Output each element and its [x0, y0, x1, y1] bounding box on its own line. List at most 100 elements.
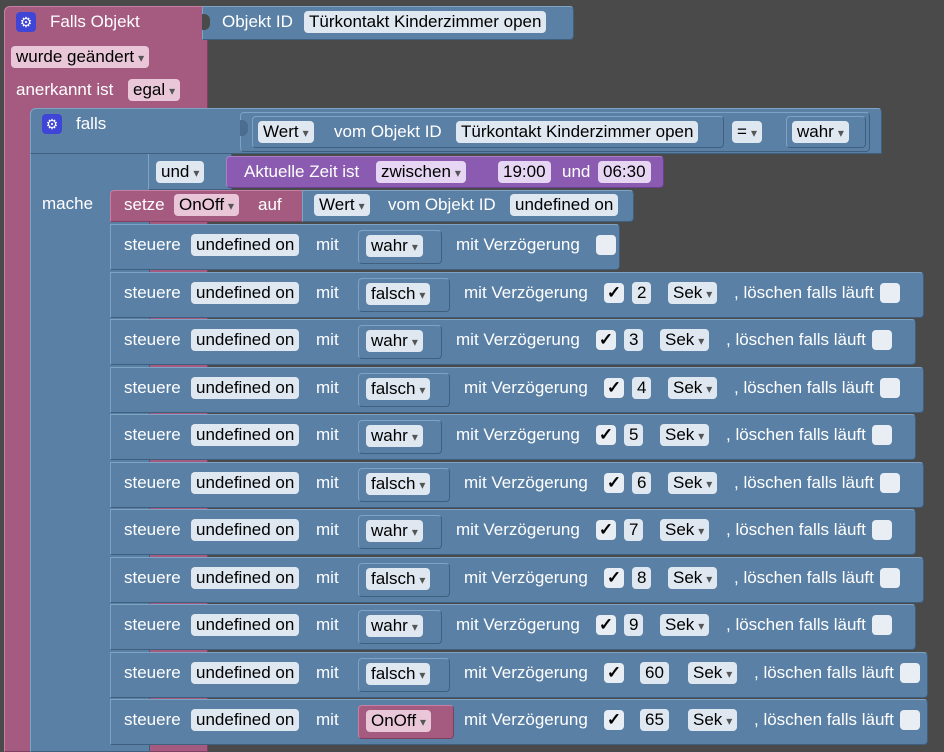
control-target[interactable]: undefined on — [191, 471, 300, 494]
delay-checkbox[interactable]: ✓ — [604, 472, 624, 493]
unit-dropdown[interactable]: Sek — [668, 281, 718, 304]
control-target[interactable]: undefined on — [191, 661, 300, 684]
delay-field[interactable]: 5 — [624, 424, 644, 446]
control-label: steuere — [124, 377, 181, 397]
value-dropdown[interactable]: wahr — [366, 235, 423, 257]
value-dropdown[interactable]: wahr — [366, 330, 423, 352]
control-target[interactable]: undefined on — [191, 376, 300, 399]
control-target[interactable]: undefined on — [191, 614, 300, 636]
delay-field[interactable]: 2 — [632, 281, 652, 304]
unit-dropdown[interactable]: Sek — [660, 614, 710, 636]
unit-dropdown[interactable]: Sek — [660, 519, 710, 541]
value-dropdown[interactable]: wahr — [366, 615, 423, 637]
control-target[interactable]: undefined on — [191, 234, 300, 256]
with-label: mit — [316, 235, 339, 254]
control-target[interactable]: undefined on — [191, 424, 300, 446]
time-from-field[interactable]: 19:00 — [498, 161, 551, 183]
delay-field[interactable]: 6 — [632, 471, 652, 494]
object-id-field[interactable]: Türkontakt Kinderzimmer open — [304, 11, 547, 33]
operator-dropdown[interactable]: = — [732, 121, 762, 143]
value-dropdown[interactable]: OnOff — [366, 710, 432, 732]
clear-checkbox[interactable] — [900, 662, 920, 683]
ack-dropdown[interactable]: egal — [128, 79, 181, 101]
logic-dropdown[interactable]: und — [156, 161, 205, 183]
with-label: mit — [316, 282, 339, 302]
value-dropdown[interactable]: Wert — [258, 121, 314, 143]
unit-dropdown[interactable]: Sek — [668, 471, 718, 494]
clear-label: , löschen falls läuft — [754, 710, 894, 729]
delay-field[interactable]: 65 — [640, 709, 669, 731]
delay-field[interactable]: 9 — [624, 614, 644, 636]
clear-checkbox[interactable] — [872, 330, 892, 350]
delay-checkbox[interactable]: ✓ — [604, 377, 624, 398]
delay-field[interactable]: 4 — [632, 376, 652, 399]
value-dropdown[interactable]: wahr — [366, 425, 423, 447]
control-target[interactable]: undefined on — [191, 329, 300, 351]
value-dropdown[interactable]: falsch — [366, 567, 431, 590]
unit-dropdown[interactable]: Sek — [688, 709, 738, 731]
clear-checkbox[interactable] — [900, 710, 920, 730]
delay-checkbox[interactable]: ✓ — [596, 520, 616, 540]
clear-checkbox[interactable] — [880, 472, 900, 493]
variable-dropdown[interactable]: OnOff — [174, 194, 240, 216]
control-label: steuere — [124, 330, 181, 349]
value-dropdown[interactable]: falsch — [366, 377, 431, 400]
control-label: steuere — [124, 235, 181, 254]
delay-checkbox[interactable]: ✓ — [604, 282, 624, 303]
clear-checkbox[interactable] — [872, 615, 892, 635]
value-dropdown[interactable]: falsch — [366, 472, 431, 495]
control-target[interactable]: undefined on — [191, 709, 300, 731]
delay-checkbox[interactable]: ✓ — [596, 425, 616, 445]
set-value-dropdown[interactable]: Wert — [314, 194, 370, 216]
delay-label: mit Verzögerung — [464, 662, 588, 682]
clear-checkbox[interactable] — [880, 282, 900, 303]
time-to-field[interactable]: 06:30 — [598, 161, 651, 183]
clear-label: , löschen falls läuft — [726, 615, 866, 634]
clear-checkbox[interactable] — [872, 520, 892, 540]
control-label: steuere — [124, 472, 181, 492]
delay-field[interactable]: 60 — [640, 661, 669, 684]
clear-label: , löschen falls läuft — [726, 520, 866, 539]
with-label: mit — [316, 425, 339, 444]
value-dropdown[interactable]: falsch — [366, 662, 431, 685]
delay-label: mit Verzögerung — [456, 615, 580, 634]
delay-checkbox[interactable]: ✓ — [604, 662, 624, 683]
clear-checkbox[interactable] — [880, 377, 900, 398]
clear-label: , löschen falls läuft — [726, 330, 866, 349]
control-target[interactable]: undefined on — [191, 566, 300, 589]
time-dropdown[interactable]: zwischen — [376, 161, 466, 183]
value-dropdown[interactable]: wahr — [366, 520, 423, 542]
changed-dropdown[interactable]: wurde geändert — [11, 46, 150, 68]
control-label: steuere — [124, 710, 181, 729]
unit-dropdown[interactable]: Sek — [688, 661, 738, 684]
clear-checkbox[interactable] — [880, 567, 900, 588]
unit-dropdown[interactable]: Sek — [660, 329, 710, 351]
with-label: mit — [316, 567, 339, 587]
compare-value-dropdown[interactable]: wahr — [792, 121, 849, 143]
control-label: steuere — [124, 520, 181, 539]
delay-field[interactable]: 7 — [624, 519, 644, 541]
compare-object-id[interactable]: Türkontakt Kinderzimmer open — [456, 121, 699, 143]
unit-dropdown[interactable]: Sek — [668, 566, 718, 589]
unit-dropdown[interactable]: Sek — [668, 376, 718, 399]
set-object-id[interactable]: undefined on — [510, 194, 619, 216]
delay-checkbox[interactable]: ✓ — [596, 615, 616, 635]
clear-checkbox[interactable] — [872, 425, 892, 445]
value-dropdown[interactable]: falsch — [366, 282, 431, 305]
set-from-object-label: vom Objekt ID — [388, 195, 496, 214]
control-target[interactable]: undefined on — [191, 281, 300, 304]
control-label: steuere — [124, 662, 181, 682]
with-label: mit — [316, 710, 339, 729]
control-target[interactable]: undefined on — [191, 519, 300, 541]
delay-field[interactable]: 3 — [624, 329, 644, 351]
delay-checkbox[interactable]: ✓ — [604, 567, 624, 588]
delay-checkbox[interactable] — [596, 235, 616, 255]
delay-label: mit Verzögerung — [464, 710, 588, 729]
delay-field[interactable]: 8 — [632, 566, 652, 589]
gear-icon[interactable]: ⚙ — [16, 12, 36, 32]
control-label: steuere — [124, 425, 181, 444]
delay-checkbox[interactable]: ✓ — [596, 330, 616, 350]
delay-checkbox[interactable]: ✓ — [604, 710, 624, 730]
unit-dropdown[interactable]: Sek — [660, 424, 710, 446]
gear-icon[interactable]: ⚙ — [42, 114, 62, 134]
